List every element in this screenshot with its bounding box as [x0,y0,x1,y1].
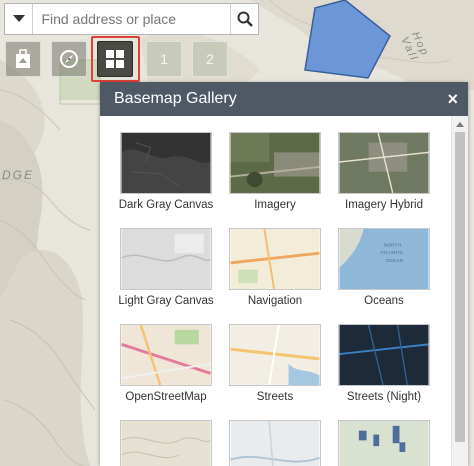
basemap-item-streets-night[interactable]: Streets (Night) [334,324,434,404]
basemap-item-row4-1[interactable] [116,420,216,466]
legend-button[interactable] [5,41,41,77]
imagery-thumbnail [229,132,321,194]
basemap-label: Dark Gray Canvas [118,199,214,211]
search-source-dropdown[interactable] [5,4,34,34]
basemap-thumbnail [338,420,430,466]
basemap-label: Oceans [364,295,404,307]
streets-night-thumbnail [338,324,430,386]
basemap-label: Navigation [247,295,303,307]
openstreetmap-thumbnail [120,324,212,386]
panel-title: Basemap Gallery [114,90,237,107]
scrollbar-thumb[interactable] [455,132,465,442]
basemap-label: Streets [256,391,294,403]
legend-icon [16,49,30,68]
basemap-item-row4-3[interactable] [334,420,434,466]
basemap-thumbnail [120,420,212,466]
basemap-item-imagery-hybrid[interactable]: Imagery Hybrid [334,132,434,212]
basemap-item-openstreetmap[interactable]: OpenStreetMap [116,324,216,404]
compass-icon [60,50,78,68]
close-button[interactable]: × [447,89,458,110]
imagery-hybrid-thumbnail [338,132,430,194]
selected-tool-highlight [91,36,140,82]
bookmark-1-number: 1 [160,51,168,67]
navigation-thumbnail [229,228,321,290]
map-label-ridge: DGE [2,168,35,182]
basemap-thumbnail [229,420,321,466]
basemap-item-oceans[interactable]: NORTH ATLANTIC OCEAN Oceans [334,228,434,308]
basemap-gallery-list: Dark Gray Canvas Imagery Imagery Hybrid [100,116,468,466]
oceans-thumb-text-3: OCEAN [386,258,404,264]
basemap-label: Imagery [254,199,296,211]
basemap-gallery-panel: Basemap Gallery × Dark Gray Canvas Image… [100,82,468,466]
basemap-item-light-gray-canvas[interactable]: Light Gray Canvas [116,228,216,308]
streets-thumbnail [229,324,321,386]
basemap-item-imagery[interactable]: Imagery [225,132,325,212]
search-icon [237,11,253,27]
search-button[interactable] [230,4,258,34]
basemap-label: Streets (Night) [346,391,422,403]
basemap-item-row4-2[interactable] [225,420,325,466]
oceans-thumb-text-2: ATLANTIC [380,250,403,256]
search-widget [4,3,259,35]
basemap-item-dark-gray-canvas[interactable]: Dark Gray Canvas [116,132,216,212]
scroll-up-arrow-icon[interactable] [456,122,464,127]
bookmark-1-button[interactable]: 1 [146,41,182,77]
basemap-label: Light Gray Canvas [118,295,214,307]
basemap-item-streets[interactable]: Streets [225,324,325,404]
bookmark-2-button[interactable]: 2 [192,41,228,77]
caret-down-icon [12,15,25,22]
search-input[interactable] [33,4,231,34]
basemap-label: Imagery Hybrid [345,199,423,211]
basemap-label: OpenStreetMap [125,391,207,403]
measurement-button[interactable] [51,41,87,77]
dark-gray-canvas-thumbnail [120,132,212,194]
basemap-item-navigation[interactable]: Navigation [225,228,325,308]
oceans-thumb-text-1: NORTH [384,242,402,248]
light-gray-canvas-thumbnail [120,228,212,290]
bookmark-2-number: 2 [206,51,214,67]
panel-header: Basemap Gallery × [100,82,468,116]
oceans-thumbnail: NORTH ATLANTIC OCEAN [338,228,430,290]
